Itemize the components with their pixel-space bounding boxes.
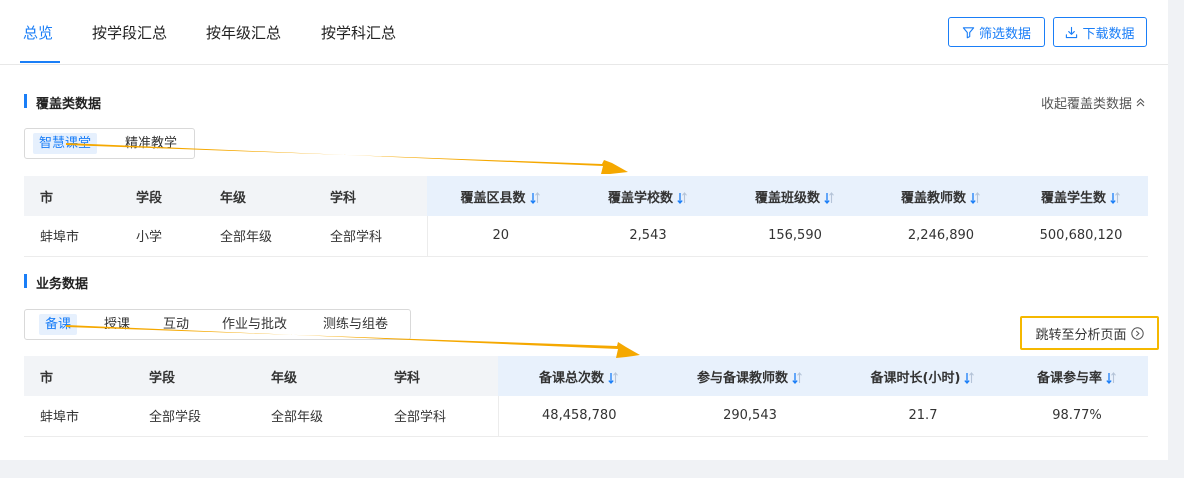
col-subject: 学科 [314, 176, 427, 216]
cell-schools: 2,543 [574, 216, 722, 257]
cell-prep-rate: 98.77% [1006, 396, 1148, 437]
sort-icon[interactable] [963, 371, 975, 384]
col-schools[interactable]: 覆盖学校数 [574, 176, 722, 216]
coverage-header-row: 市 学段 年级 学科 覆盖区县数 覆盖学校数 覆盖班级数 覆盖教师数 覆盖学生数 [24, 176, 1148, 216]
overview-panel: 总览 按学段汇总 按年级汇总 按学科汇总 筛选数据 下载数据 覆盖类数据 收起覆… [0, 0, 1168, 460]
cell-stage: 全部学段 [133, 396, 255, 437]
sort-icon[interactable] [676, 191, 688, 204]
col-students[interactable]: 覆盖学生数 [1014, 176, 1148, 216]
col-districts[interactable]: 覆盖区县数 [427, 176, 574, 216]
top-tab-bar: 总览 按学段汇总 按年级汇总 按学科汇总 筛选数据 下载数据 [0, 0, 1168, 65]
col-prep-count-label: 备课总次数 [538, 370, 604, 386]
col-prep-rate[interactable]: 备课参与率 [1006, 356, 1148, 396]
cell-teachers: 2,246,890 [868, 216, 1014, 257]
col-prep-hours[interactable]: 备课时长(小时) [840, 356, 1006, 396]
business-table: 市 学段 年级 学科 备课总次数 参与备课教师数 备课时长(小时) 备课参与率 … [24, 356, 1148, 437]
tab-by-grade[interactable]: 按年级汇总 [206, 22, 281, 43]
coverage-section-title: 覆盖类数据 [24, 93, 101, 112]
filter-icon [962, 26, 975, 38]
col-prep-teachers[interactable]: 参与备课教师数 [660, 356, 840, 396]
cell-city: 蚌埠市 [24, 396, 133, 437]
business-section-title: 业务数据 [24, 273, 88, 292]
sort-icon[interactable] [823, 191, 835, 204]
download-icon [1066, 26, 1078, 38]
sort-icon[interactable] [791, 371, 803, 384]
cell-city: 蚌埠市 [24, 216, 120, 257]
col-grade: 年级 [255, 356, 378, 396]
sort-icon[interactable] [1109, 191, 1121, 204]
tab-by-stage[interactable]: 按学段汇总 [92, 22, 167, 43]
table-row: 蚌埠市 小学 全部年级 全部学科 20 2,543 156,590 2,246,… [24, 216, 1148, 257]
active-tab-indicator [20, 61, 60, 63]
circle-arrow-right-icon [1130, 326, 1144, 340]
col-city: 市 [24, 176, 120, 216]
table-row: 蚌埠市 全部学段 全部年级 全部学科 48,458,780 290,543 21… [24, 396, 1148, 437]
col-prep-teachers-label: 参与备课教师数 [696, 370, 788, 386]
jump-to-analysis-link[interactable]: 跳转至分析页面 [1020, 316, 1159, 350]
sort-icon[interactable] [969, 191, 981, 204]
col-prep-hours-label: 备课时长(小时) [870, 370, 961, 386]
collapse-coverage-link[interactable]: 收起覆盖类数据 [1041, 93, 1146, 112]
cell-districts: 20 [426, 216, 574, 257]
filter-data-label: 筛选数据 [978, 26, 1031, 42]
cell-subject: 全部学科 [314, 216, 427, 257]
col-classes-label: 覆盖班级数 [754, 190, 820, 206]
cell-prep-teachers: 290,543 [660, 396, 840, 437]
coverage-table: 市 学段 年级 学科 覆盖区县数 覆盖学校数 覆盖班级数 覆盖教师数 覆盖学生数… [24, 176, 1148, 257]
col-subject: 学科 [378, 356, 498, 396]
col-classes[interactable]: 覆盖班级数 [722, 176, 868, 216]
sort-icon[interactable] [1105, 371, 1117, 384]
col-students-label: 覆盖学生数 [1040, 190, 1106, 206]
cell-stage: 小学 [120, 216, 204, 257]
cell-grade: 全部年级 [255, 396, 378, 437]
col-grade: 年级 [204, 176, 314, 216]
cell-subject: 全部学科 [378, 396, 498, 437]
col-prep-count[interactable]: 备课总次数 [498, 356, 660, 396]
subtab-homework[interactable]: 作业与批改 [216, 314, 293, 335]
col-teachers-label: 覆盖教师数 [900, 190, 966, 206]
business-subtabs: 备课 授课 互动 作业与批改 测练与组卷 [24, 309, 411, 340]
collapse-coverage-label: 收起覆盖类数据 [1040, 97, 1132, 112]
tab-overview[interactable]: 总览 [23, 22, 53, 43]
col-schools-label: 覆盖学校数 [607, 190, 673, 206]
download-data-label: 下载数据 [1082, 26, 1135, 42]
jump-to-analysis-label: 跳转至分析页面 [1035, 327, 1127, 343]
subtab-teaching[interactable]: 授课 [98, 314, 136, 335]
col-stage: 学段 [120, 176, 204, 216]
cell-prep-hours: 21.7 [840, 396, 1006, 437]
subtab-smart-classroom[interactable]: 智慧课堂 [33, 133, 98, 154]
subtab-lesson-prep[interactable]: 备课 [39, 314, 78, 335]
subtab-interaction[interactable]: 互动 [157, 314, 195, 335]
subtab-precision-teaching[interactable]: 精准教学 [119, 133, 183, 154]
cell-students: 500,680,120 [1014, 216, 1148, 257]
tab-by-subject[interactable]: 按学科汇总 [321, 22, 396, 43]
col-teachers[interactable]: 覆盖教师数 [868, 176, 1014, 216]
cell-classes: 156,590 [722, 216, 868, 257]
sort-icon[interactable] [607, 371, 619, 384]
chevron-double-up-icon [1136, 98, 1145, 107]
sort-icon[interactable] [529, 191, 541, 204]
col-city: 市 [24, 356, 133, 396]
business-header-row: 市 学段 年级 学科 备课总次数 参与备课教师数 备课时长(小时) 备课参与率 [24, 356, 1148, 396]
col-prep-rate-label: 备课参与率 [1036, 370, 1102, 386]
cell-prep-count: 48,458,780 [497, 396, 660, 437]
subtab-exercise[interactable]: 测练与组卷 [317, 314, 394, 335]
cell-grade: 全部年级 [204, 216, 314, 257]
col-districts-label: 覆盖区县数 [460, 190, 526, 206]
col-stage: 学段 [133, 356, 255, 396]
coverage-subtabs: 智慧课堂 精准教学 [24, 128, 195, 159]
download-data-button[interactable]: 下载数据 [1053, 17, 1147, 47]
filter-data-button[interactable]: 筛选数据 [948, 17, 1045, 47]
